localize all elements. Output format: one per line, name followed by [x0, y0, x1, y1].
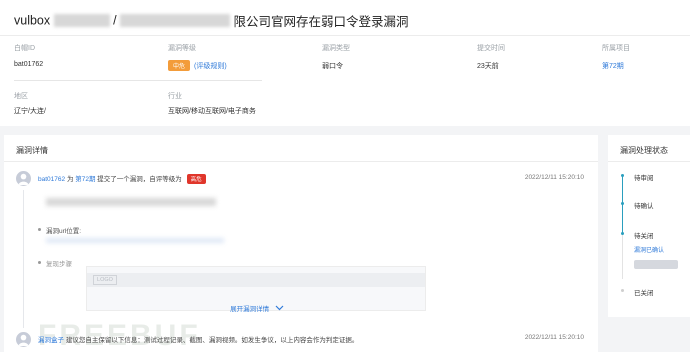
info-label-whitehat: 白帽ID [14, 45, 35, 52]
avatar [16, 171, 31, 186]
bullet-icon [38, 261, 41, 264]
entry-text-for: 为 [66, 176, 74, 183]
repro-steps-label: 复现步骤 [46, 261, 72, 268]
redacted-description [46, 198, 216, 206]
info-value-whitehat: bat01762 [14, 61, 44, 68]
title-slash: / [113, 13, 121, 28]
timeline-segment [622, 203, 623, 233]
screenshot-bar: LOGO [87, 273, 425, 287]
submission-entry: bat01762 为 第72期 提交了一个漏洞，自评等级为 高危 [38, 173, 206, 184]
bullet-icon [38, 228, 41, 231]
expand-detail-label: 展开漏洞详情 [230, 306, 270, 313]
status-action-button[interactable] [634, 260, 678, 269]
vuln-title: vulbox / 限公司官网存在弱口令登录漏洞 [14, 11, 409, 30]
status-dot [621, 202, 624, 205]
advice-entry: 漏洞盒子 建议您自主保留以下信息：测试过程记录、截图、漏洞视频。如发生争议，以上… [38, 334, 358, 344]
status-step-review: 待审阅 [634, 175, 654, 182]
info-label-region: 地区 [14, 93, 28, 100]
project-link[interactable]: 第72期 [75, 176, 95, 183]
detail-panel-divider [4, 161, 598, 162]
status-panel-title: 漏洞处理状态 [620, 146, 668, 155]
entry-date: 2022/12/11 15:20:10 [524, 174, 584, 181]
avatar [16, 332, 31, 347]
info-value-type: 弱口令 [322, 63, 343, 70]
vuln-header-card: vulbox / 限公司官网存在弱口令登录漏洞 白帽ID bat01762 漏洞… [0, 0, 690, 126]
info-label-type: 漏洞类型 [322, 45, 350, 52]
vulbox-link[interactable]: 漏洞盒子 [38, 337, 64, 344]
info-value-level: 中危 (评级规则) [168, 60, 227, 71]
redacted-url [46, 238, 224, 243]
status-panel-divider [608, 161, 690, 162]
advice-text: 建议您自主保留以下信息：测试过程记录、截图、漏洞视频。如发生争议，以上内容会作为… [65, 337, 359, 344]
header-divider [0, 35, 690, 36]
title-suffix: 限公司官网存在弱口令登录漏洞 [233, 15, 409, 29]
rating-rules-link[interactable]: (评级规则) [194, 63, 227, 70]
timeline-line [23, 190, 24, 328]
status-dot [621, 289, 624, 292]
submitter-link[interactable]: bat01762 [38, 176, 65, 183]
info-value-submit-time: 23天前 [477, 63, 499, 70]
timeline-segment [622, 233, 623, 279]
info-label-level: 漏洞等级 [168, 45, 196, 52]
vuln-detail-panel: 漏洞详情 bat01762 为 第72期 提交了一个漏洞，自评等级为 高危 20… [4, 135, 598, 352]
level-badge-medium: 中危 [168, 60, 191, 71]
expand-detail-button[interactable]: 展开漏洞详情 [87, 303, 427, 313]
detail-panel-title: 漏洞详情 [16, 146, 48, 155]
info-value-industry: 互联网/移动互联网/电子商务 [168, 108, 256, 115]
title-prefix: vulbox [14, 13, 51, 28]
screenshot-preview[interactable]: LOGO 展开漏洞详情 [86, 266, 427, 313]
vuln-url-label: 漏洞url位置: [46, 228, 82, 235]
info-label-industry: 行业 [168, 93, 182, 100]
screenshot-logo: LOGO [93, 275, 117, 285]
status-step-confirm: 待确认 [634, 203, 654, 210]
info-value-region: 辽宁/大连/ [14, 108, 46, 115]
status-dot [621, 232, 624, 235]
info-value-project[interactable]: 第72期 [602, 61, 624, 71]
redacted-company-part [120, 14, 231, 27]
level-badge-high: 高危 [186, 174, 206, 184]
info-label-submit-time: 提交时间 [477, 45, 505, 52]
redacted-title-part [53, 14, 110, 27]
timeline-segment [622, 175, 623, 203]
advice-date: 2022/12/11 15:20:10 [524, 334, 584, 341]
status-panel: 漏洞处理状态 待审阅 待确认 待关闭 漏洞已确认 已关闭 [608, 135, 690, 317]
status-step-closing: 待关闭 [634, 233, 654, 240]
info-label-project: 所属项目 [602, 45, 630, 52]
status-step-closed: 已关闭 [634, 290, 654, 297]
status-confirmed-note: 漏洞已确认 [634, 248, 665, 254]
chevron-down-icon [275, 305, 284, 311]
status-dot [621, 174, 624, 177]
info-row-separator [14, 80, 262, 81]
entry-text-submitted: 提交了一个漏洞，自评等级为 [97, 176, 182, 183]
